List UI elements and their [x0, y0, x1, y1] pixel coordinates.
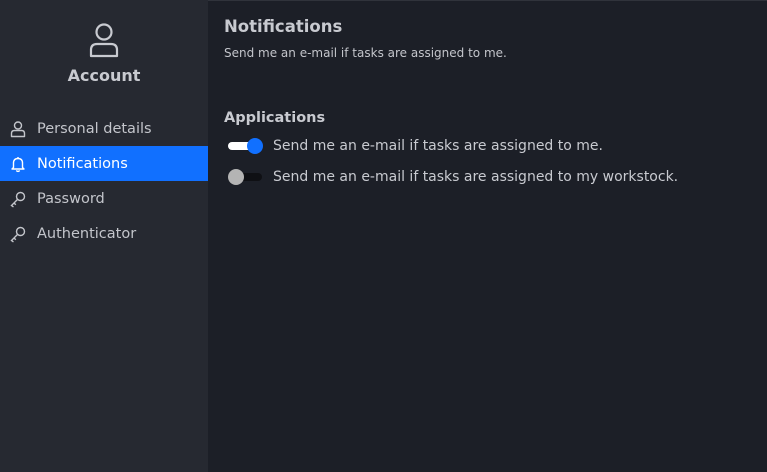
sidebar-item-label: Authenticator	[37, 225, 137, 242]
toggle-label: Send me an e-mail if tasks are assigned …	[273, 168, 679, 185]
user-icon	[88, 22, 120, 60]
key-icon	[9, 225, 27, 243]
email-assigned-to-me-toggle[interactable]	[228, 137, 264, 155]
toggle-row-assigned-to-workstock: Send me an e-mail if tasks are assigned …	[224, 161, 767, 192]
sidebar-item-label: Personal details	[37, 120, 152, 137]
sidebar-item-authenticator[interactable]: Authenticator	[0, 216, 208, 251]
sidebar-item-personal-details[interactable]: Personal details	[0, 111, 208, 146]
sidebar-nav: Personal details Notifications Password …	[0, 111, 208, 251]
key-icon	[9, 190, 27, 208]
sidebar-item-password[interactable]: Password	[0, 181, 208, 216]
toggle-list: Send me an e-mail if tasks are assigned …	[224, 130, 767, 192]
bell-icon	[9, 155, 27, 173]
page-title: Notifications	[224, 17, 343, 36]
notifications-panel: Notifications Send me an e-mail if tasks…	[208, 0, 767, 472]
toggle-label: Send me an e-mail if tasks are assigned …	[273, 137, 603, 154]
toggle-knob	[247, 137, 263, 154]
email-assigned-to-workstock-toggle[interactable]	[228, 168, 264, 186]
page-description: Send me an e-mail if tasks are assigned …	[224, 46, 507, 60]
account-label: Account	[67, 66, 141, 85]
account-settings-app: Account Personal details Notifications P…	[0, 0, 767, 472]
sidebar-item-notifications[interactable]: Notifications	[0, 146, 208, 181]
toggle-row-assigned-to-me: Send me an e-mail if tasks are assigned …	[224, 130, 767, 161]
sidebar-item-label: Password	[37, 190, 105, 207]
toggle-knob	[228, 168, 244, 185]
applications-section-title: Applications	[224, 110, 326, 126]
account-header: Account	[0, 0, 208, 96]
user-icon	[9, 120, 27, 138]
sidebar-item-label: Notifications	[37, 155, 128, 172]
sidebar: Account Personal details Notifications P…	[0, 0, 208, 472]
